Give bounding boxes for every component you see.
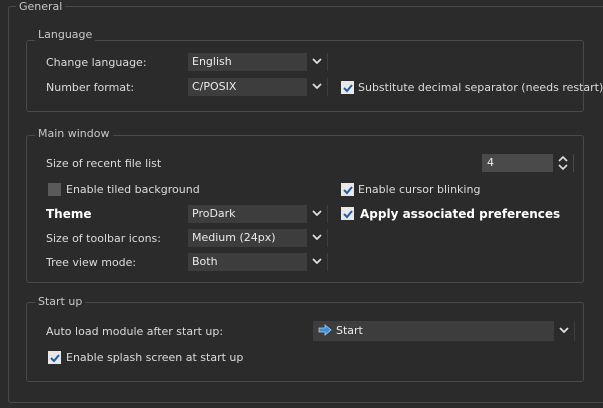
arrow-right-icon	[318, 324, 332, 336]
recent-files-value: 4	[487, 156, 494, 169]
language-title: Language	[35, 28, 96, 41]
recent-files-label: Size of recent file list	[46, 157, 162, 170]
recent-files-spinbox[interactable]: 4	[482, 154, 574, 172]
toolbar-icons-label: Size of toolbar icons:	[46, 232, 161, 245]
general-title: General	[16, 0, 66, 13]
toolbar-icons-combo[interactable]: Medium (24px)	[188, 229, 328, 247]
substitute-label[interactable]: Substitute decimal separator (needs rest…	[358, 81, 603, 95]
cursor-blink-checkbox[interactable]	[341, 183, 354, 196]
tiled-bg-checkbox[interactable]	[48, 183, 61, 196]
chevron-down-icon[interactable]	[307, 53, 327, 71]
theme-combo[interactable]: ProDark	[188, 205, 328, 223]
toolbar-icons-value: Medium (24px)	[192, 231, 276, 244]
chevron-down-icon[interactable]	[554, 321, 574, 341]
tiled-bg-label[interactable]: Enable tiled background	[66, 183, 200, 197]
check-icon	[50, 354, 60, 363]
change-language-label: Change language:	[46, 56, 147, 69]
language-group	[26, 40, 584, 112]
check-icon	[343, 84, 353, 93]
spin-updown-icon[interactable]	[553, 154, 573, 172]
chevron-down-icon[interactable]	[307, 205, 327, 223]
theme-label: Theme	[46, 207, 92, 221]
chevron-down-icon[interactable]	[307, 229, 327, 247]
auto-load-value: Start	[336, 324, 363, 337]
substitute-checkbox[interactable]	[341, 81, 354, 94]
apply-prefs-checkbox[interactable]	[341, 207, 354, 220]
theme-value: ProDark	[192, 207, 236, 220]
change-language-value: English	[192, 55, 232, 68]
splash-label[interactable]: Enable splash screen at start up	[66, 351, 243, 365]
number-format-combo[interactable]: C/POSIX	[188, 78, 328, 96]
cursor-blink-label[interactable]: Enable cursor blinking	[358, 183, 480, 197]
main-window-title: Main window	[35, 127, 113, 140]
tree-view-value: Both	[192, 255, 218, 268]
number-format-label: Number format:	[46, 81, 135, 94]
apply-prefs-label[interactable]: Apply associated preferences	[360, 207, 560, 221]
chevron-down-icon[interactable]	[307, 253, 327, 271]
check-icon	[343, 210, 353, 219]
chevron-down-icon[interactable]	[307, 78, 327, 96]
start-up-group	[26, 302, 584, 382]
auto-load-label: Auto load module after start up:	[46, 325, 224, 338]
auto-load-combo[interactable]: Start	[313, 321, 575, 341]
change-language-combo[interactable]: English	[188, 53, 328, 71]
splash-checkbox[interactable]	[48, 351, 61, 364]
tree-view-combo[interactable]: Both	[188, 253, 328, 271]
tree-view-label: Tree view mode:	[46, 256, 137, 269]
check-icon	[343, 186, 353, 195]
number-format-value: C/POSIX	[192, 80, 237, 93]
start-up-title: Start up	[35, 295, 86, 308]
